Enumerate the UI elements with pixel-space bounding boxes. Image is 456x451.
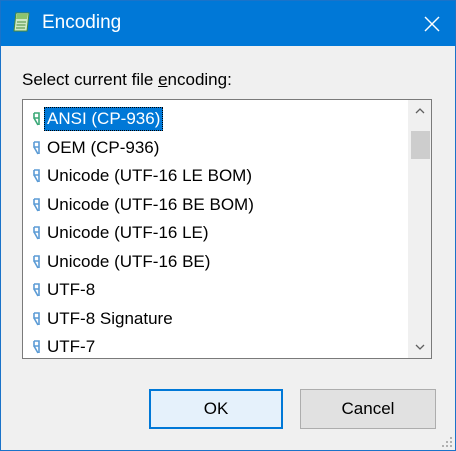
- encoding-option-label: OEM (CP-936): [47, 137, 160, 157]
- encoding-option-label: UTF-7: [47, 337, 96, 356]
- encoding-listbox[interactable]: ANSI (CP-936) OEM (CP-936) Unicode (UTF-16…: [22, 99, 432, 359]
- notepad-icon: [13, 12, 30, 32]
- encoding-option-label: Unicode (UTF-16 BE): [47, 251, 211, 271]
- window-title: Encoding: [42, 12, 122, 33]
- resize-grip-icon[interactable]: [441, 436, 453, 448]
- encoding-prompt-label: Select current file encoding:: [22, 70, 232, 89]
- encoding-option[interactable]: UTF-7: [31, 334, 98, 358]
- scroll-up-button[interactable]: [408, 100, 431, 121]
- title-bar[interactable]: Encoding: [1, 1, 455, 46]
- encoding-option[interactable]: UTF-8: [31, 277, 98, 303]
- ok-button[interactable]: OK: [149, 389, 283, 429]
- font-glyph-icon: [33, 197, 40, 211]
- encoding-option-label: ANSI (CP-936): [44, 107, 164, 131]
- encoding-option[interactable]: Unicode (UTF-16 BE): [31, 249, 213, 275]
- vertical-scrollbar[interactable]: [408, 100, 431, 358]
- encoding-dialog: Encoding Select current file encoding: A…: [0, 0, 456, 451]
- font-glyph-icon: [33, 226, 40, 240]
- font-glyph-icon: [33, 254, 40, 268]
- cancel-button[interactable]: Cancel: [300, 389, 436, 429]
- accelerator-key: e: [158, 70, 168, 89]
- chevron-down-icon: [415, 344, 424, 350]
- scroll-down-button[interactable]: [408, 337, 431, 358]
- close-button[interactable]: [409, 1, 455, 46]
- encoding-option-label: Unicode (UTF-16 LE): [47, 223, 209, 242]
- font-glyph-icon: [33, 340, 40, 354]
- encoding-option[interactable]: ANSI (CP-936): [31, 106, 164, 132]
- font-glyph-icon: [33, 112, 40, 126]
- encoding-option-label: Unicode (UTF-16 BE BOM): [47, 194, 254, 214]
- font-glyph-icon: [33, 140, 40, 154]
- encoding-option[interactable]: Unicode (UTF-16 BE BOM): [31, 192, 257, 218]
- scrollbar-thumb[interactable]: [411, 131, 430, 159]
- encoding-option[interactable]: UTF-8 Signature: [31, 306, 176, 332]
- encoding-list[interactable]: ANSI (CP-936) OEM (CP-936) Unicode (UTF-16…: [23, 100, 408, 358]
- font-glyph-icon: [33, 311, 40, 325]
- encoding-option-label: UTF-8 Signature: [47, 308, 173, 328]
- encoding-option[interactable]: Unicode (UTF-16 LE): [31, 220, 212, 246]
- encoding-option[interactable]: OEM (CP-936): [31, 135, 162, 161]
- encoding-option-label: Unicode (UTF-16 LE BOM): [47, 166, 252, 185]
- close-icon: [424, 16, 440, 31]
- encoding-option[interactable]: Unicode (UTF-16 LE BOM): [31, 163, 255, 189]
- encoding-option-label: UTF-8: [47, 280, 96, 299]
- chevron-up-icon: [415, 108, 424, 114]
- font-glyph-icon: [33, 169, 40, 183]
- font-glyph-icon: [33, 283, 40, 297]
